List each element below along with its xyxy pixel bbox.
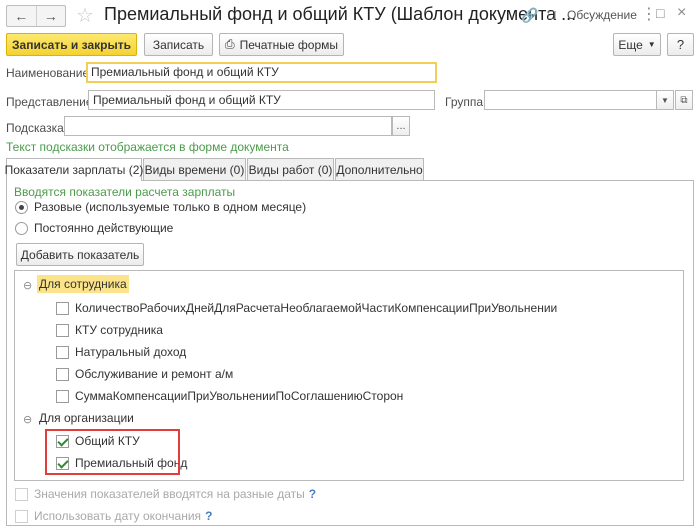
favorite-star-icon[interactable]: ☆ — [76, 3, 94, 28]
employee-item-4-label[interactable]: Обслуживание и ремонт а/м — [75, 367, 233, 381]
checkbox-different-dates[interactable] — [15, 488, 28, 501]
tab-additional[interactable]: Дополнительно — [335, 158, 424, 180]
hint-field[interactable] — [64, 116, 392, 136]
save-and-close-button[interactable]: Записать и закрыть — [6, 33, 137, 56]
different-dates-option[interactable]: Значения показателей вводятся на разные … — [34, 487, 316, 501]
tab-work-types[interactable]: Виды работ (0) — [247, 158, 334, 180]
tab-time-types[interactable]: Виды времени (0) — [143, 158, 246, 180]
org-group-label[interactable]: Для организации — [39, 411, 134, 425]
radio-permanent[interactable] — [15, 222, 28, 235]
hint-select-button[interactable]: ... — [392, 116, 410, 136]
link-icon[interactable]: 🔗 — [521, 7, 538, 24]
name-field[interactable]: Премиальный фонд и общий КТУ — [86, 62, 437, 83]
hint-note: Текст подсказки отображается в форме док… — [6, 140, 289, 154]
back-arrow-icon[interactable]: ← — [7, 6, 36, 26]
checkbox-employee-item-5[interactable] — [56, 390, 69, 403]
group-field[interactable] — [484, 90, 659, 110]
open-group-icon[interactable]: ⧉ — [675, 90, 693, 110]
window-title: Премиальный фонд и общий КТУ (Шаблон док… — [104, 4, 577, 24]
close-icon[interactable]: × — [677, 4, 686, 22]
navigation-buttons: ← → — [6, 5, 66, 27]
checkbox-end-date[interactable] — [15, 510, 28, 523]
checkbox-employee-item-3[interactable] — [56, 346, 69, 359]
end-date-label: Использовать дату окончания — [34, 509, 202, 523]
print-forms-label: Печатные формы — [239, 37, 339, 52]
checkbox-employee-item-2[interactable] — [56, 324, 69, 337]
employee-group[interactable]: Для сотрудника — [37, 275, 129, 293]
employee-item-3-label[interactable]: Натуральный доход — [75, 345, 186, 359]
group-label: Группа: — [445, 95, 487, 109]
name-label: Наименование: — [6, 66, 93, 80]
more-menu-icon[interactable]: ⋮ — [641, 4, 657, 24]
chevron-down-icon: ▼ — [647, 40, 656, 49]
employee-item-1-label[interactable]: КоличествоРабочихДнейДляРасчетаНеоблагае… — [75, 301, 557, 315]
more-button[interactable]: Еще ▼ — [613, 33, 661, 56]
checkbox-employee-item-1[interactable] — [56, 302, 69, 315]
hint-label: Подсказка: — [6, 121, 68, 135]
help-question-icon[interactable]: ? — [205, 509, 212, 523]
employee-group-label: Для сотрудника — [37, 275, 129, 293]
radio-once[interactable] — [15, 201, 28, 214]
help-button[interactable]: ? — [667, 33, 694, 56]
discussion-link[interactable]: Обсуждение — [567, 8, 637, 22]
employee-item-2-label[interactable]: КТУ сотрудника — [75, 323, 163, 337]
forward-arrow-icon[interactable]: → — [35, 6, 66, 26]
highlight-frame — [45, 429, 180, 475]
save-button[interactable]: Записать — [144, 33, 213, 56]
maximize-icon[interactable]: □ — [656, 5, 664, 21]
tab-salary-indicators[interactable]: Показатели зарплаты (2) — [5, 158, 143, 181]
group-dropdown-icon[interactable]: ▼ — [656, 90, 674, 110]
print-forms-button[interactable]: ⎙ Печатные формы — [219, 33, 344, 56]
radio-once-label[interactable]: Разовые (используемые только в одном мес… — [34, 200, 306, 214]
more-button-label: Еще — [618, 37, 643, 52]
discussion-icon[interactable]: □ — [548, 7, 556, 22]
printer-icon: ⎙ — [224, 37, 235, 51]
employee-item-5-label[interactable]: СуммаКомпенсацииПриУвольненииПоСоглашени… — [75, 389, 403, 403]
checkbox-employee-item-4[interactable] — [56, 368, 69, 381]
different-dates-label: Значения показателей вводятся на разные … — [34, 487, 305, 501]
representation-label: Представление: — [6, 95, 96, 109]
collapse-icon[interactable]: ⊖ — [23, 279, 32, 292]
help-question-icon[interactable]: ? — [309, 487, 316, 501]
indicators-heading: Вводятся показатели расчета зарплаты — [14, 185, 236, 199]
representation-field[interactable]: Премиальный фонд и общий КТУ — [88, 90, 435, 110]
collapse-icon[interactable]: ⊖ — [23, 413, 32, 426]
end-date-option[interactable]: Использовать дату окончания? — [34, 509, 212, 523]
add-indicator-button[interactable]: Добавить показатель — [16, 243, 144, 266]
radio-permanent-label[interactable]: Постоянно действующие — [34, 221, 173, 235]
